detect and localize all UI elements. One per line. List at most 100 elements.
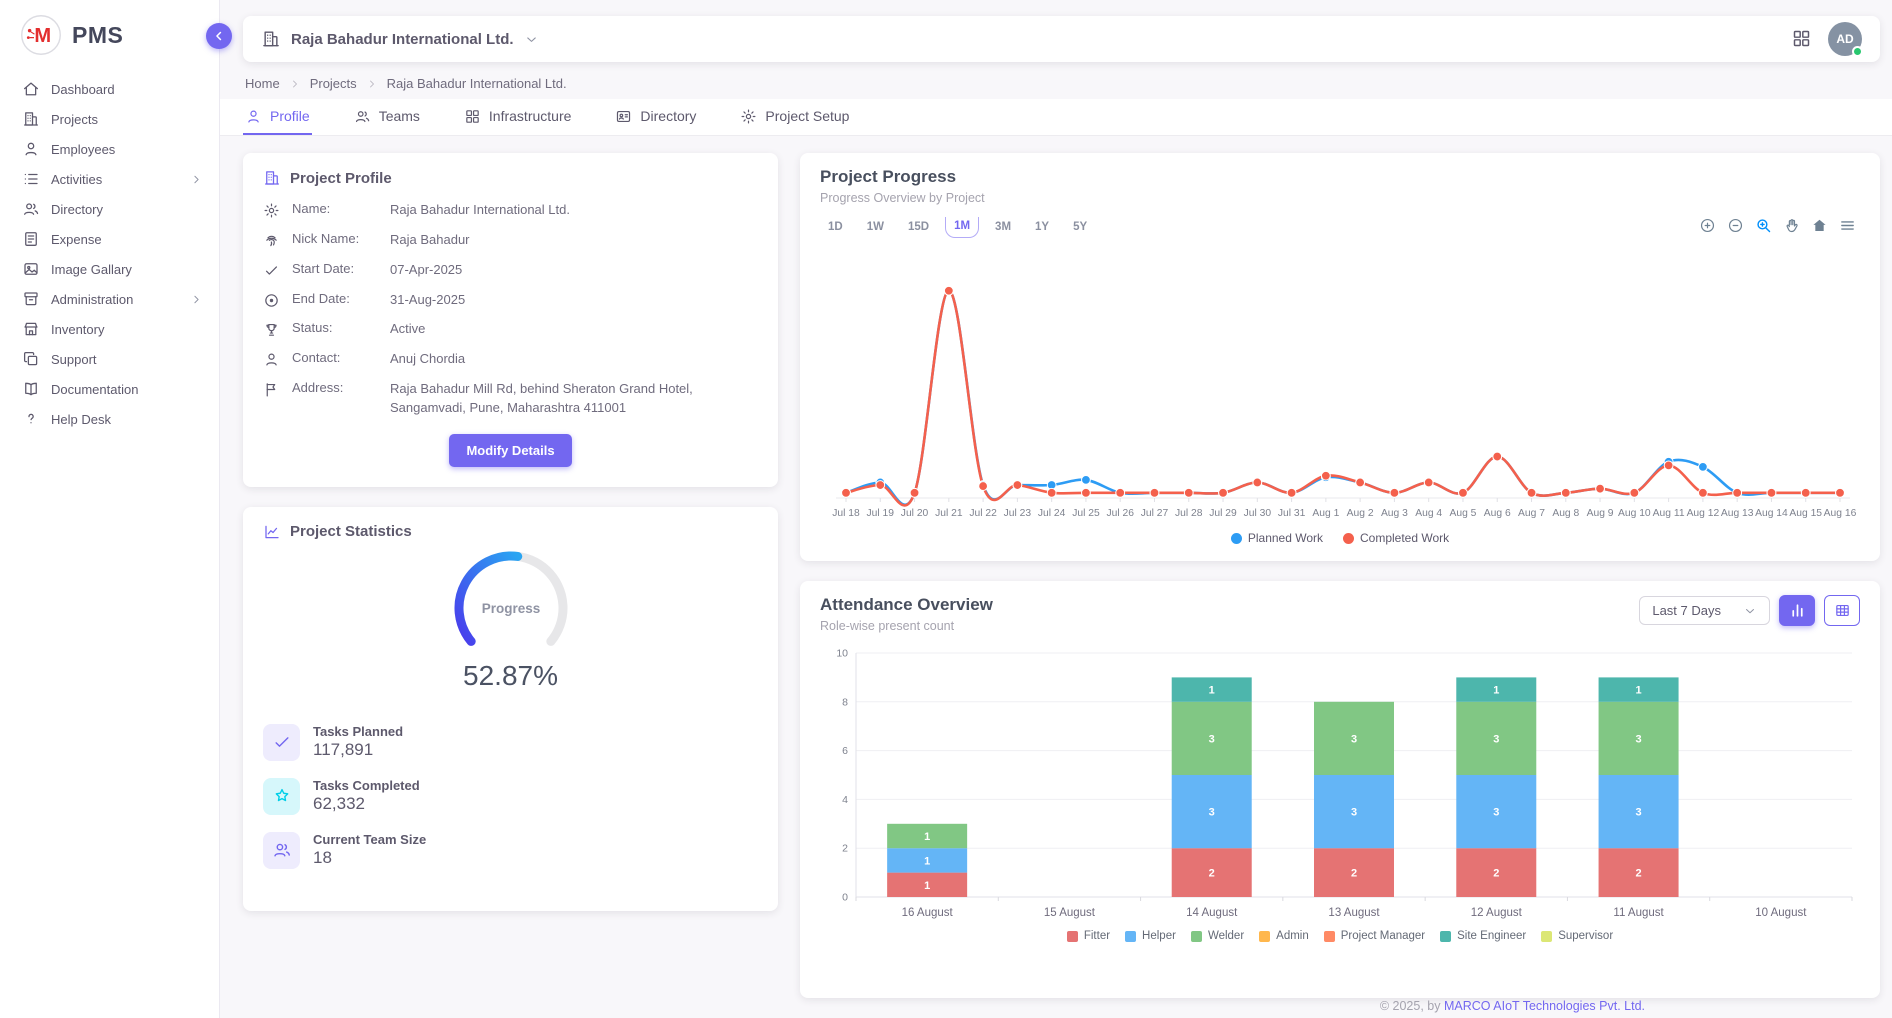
range-3m-button[interactable]: 3M — [987, 217, 1019, 238]
user-avatar[interactable]: AD — [1828, 22, 1862, 56]
tab-project-setup[interactable]: Project Setup — [738, 99, 851, 135]
date-range-select[interactable]: Last 7 Days — [1639, 596, 1770, 625]
svg-text:2: 2 — [842, 843, 848, 855]
bar-chart-legend: Fitter Helper Welder Admin Project Manager Si… — [820, 930, 1860, 942]
svg-text:3: 3 — [1351, 807, 1357, 819]
id-card-icon — [615, 108, 632, 125]
sidebar-item-projects[interactable]: Projects — [0, 104, 219, 134]
sidebar-collapse-button[interactable] — [206, 23, 232, 49]
sidebar-item-activities[interactable]: Activities — [0, 164, 219, 194]
legend-item-planned-work[interactable]: Planned Work — [1231, 531, 1323, 545]
attendance-header: Attendance Overview Role-wise present co… — [820, 595, 1860, 633]
progress-gauge: Progress 52.87% — [263, 551, 758, 692]
zoom-out-icon[interactable] — [1727, 217, 1744, 234]
chart-subtitle: Progress Overview by Project — [820, 191, 1860, 205]
tab-profile[interactable]: Profile — [243, 99, 312, 135]
receipt-icon — [22, 230, 40, 248]
svg-text:Aug 7: Aug 7 — [1518, 508, 1545, 519]
legend-item-project-manager[interactable]: Project Manager — [1324, 930, 1425, 942]
svg-text:Aug 13: Aug 13 — [1721, 508, 1754, 519]
grid-icon — [1791, 28, 1812, 49]
attendance-bar-chart: 024681011116 August15 August233114 Augus… — [820, 645, 1860, 928]
content-grid: Project Profile Name:Raja Bahadur Intern… — [243, 153, 1880, 998]
tab-bar: Profile Teams Infrastructure Directory Proje… — [220, 99, 1892, 135]
range-1d-button[interactable]: 1D — [820, 217, 851, 238]
legend-label: Admin — [1276, 930, 1309, 942]
legend-item-supervisor[interactable]: Supervisor — [1541, 930, 1613, 942]
sidebar-item-label: Projects — [51, 112, 203, 127]
tab-directory[interactable]: Directory — [613, 99, 698, 135]
user-icon — [245, 108, 262, 125]
profile-field: Start Date:07-Apr-2025 — [263, 261, 758, 280]
svg-text:1: 1 — [1636, 685, 1642, 697]
field-value: Active — [390, 320, 758, 339]
legend-item-fitter[interactable]: Fitter — [1067, 930, 1110, 942]
svg-text:1: 1 — [1209, 685, 1215, 697]
field-value: Raja Bahadur Mill Rd, behind Sheraton Gr… — [390, 380, 758, 418]
tab-label: Infrastructure — [489, 108, 571, 124]
sidebar-item-administration[interactable]: Administration — [0, 284, 219, 314]
company-selector[interactable]: Raja Bahadur International Ltd. — [261, 29, 539, 49]
range-1w-button[interactable]: 1W — [859, 217, 892, 238]
apps-grid-button[interactable] — [1790, 28, 1812, 50]
brand: M PMS — [0, 0, 219, 68]
pan-icon[interactable] — [1783, 217, 1800, 234]
sidebar-item-label: Inventory — [51, 322, 203, 337]
field-label: Nick Name: — [292, 231, 378, 246]
view-bar-chart-button[interactable] — [1779, 595, 1815, 626]
range-15d-button[interactable]: 15D — [900, 217, 937, 238]
field-label: Contact: — [292, 350, 378, 365]
company-link[interactable]: MARCO AIoT Technologies Pvt. Ltd. — [1444, 999, 1645, 1013]
sidebar-item-inventory[interactable]: Inventory — [0, 314, 219, 344]
chart-subtitle: Role-wise present count — [820, 619, 993, 633]
tab-teams[interactable]: Teams — [352, 99, 422, 135]
sidebar-item-support[interactable]: Support — [0, 344, 219, 374]
sidebar-item-expense[interactable]: Expense — [0, 224, 219, 254]
legend-item-site-engineer[interactable]: Site Engineer — [1440, 930, 1526, 942]
modify-details-button[interactable]: Modify Details — [449, 434, 571, 467]
check-icon — [263, 724, 300, 761]
zoom-in-icon[interactable] — [1699, 217, 1716, 234]
view-table-button[interactable] — [1824, 595, 1860, 626]
project-statistics-card: Project Statistics Progress 52.87% Tasks… — [243, 507, 778, 911]
field-value: Anuj Chordia — [390, 350, 758, 369]
tab-infrastructure[interactable]: Infrastructure — [462, 99, 573, 135]
legend-item-completed-work[interactable]: Completed Work — [1343, 531, 1449, 545]
svg-text:Jul 30: Jul 30 — [1244, 508, 1272, 519]
reset-home-icon[interactable] — [1811, 217, 1828, 234]
range-1y-button[interactable]: 1Y — [1027, 217, 1057, 238]
svg-text:3: 3 — [1636, 807, 1642, 819]
svg-text:Jul 21: Jul 21 — [935, 508, 963, 519]
selection-zoom-icon[interactable] — [1755, 217, 1772, 234]
svg-text:3: 3 — [1209, 807, 1215, 819]
topbar-actions: AD — [1790, 22, 1862, 56]
app-name: PMS — [72, 22, 123, 49]
breadcrumb-item[interactable]: Projects — [310, 76, 357, 91]
legend-item-admin[interactable]: Admin — [1259, 930, 1309, 942]
svg-text:1: 1 — [1493, 685, 1499, 697]
sidebar-item-image-gallary[interactable]: Image Gallary — [0, 254, 219, 284]
range-5y-button[interactable]: 5Y — [1065, 217, 1095, 238]
breadcrumb-item[interactable]: Home — [245, 76, 280, 91]
sidebar-item-employees[interactable]: Employees — [0, 134, 219, 164]
svg-text:16 August: 16 August — [902, 907, 954, 919]
sidebar-item-documentation[interactable]: Documentation — [0, 374, 219, 404]
chevron-down-icon — [524, 32, 539, 47]
svg-text:Jul 31: Jul 31 — [1278, 508, 1306, 519]
chevron-right-icon — [190, 293, 203, 306]
sidebar-item-dashboard[interactable]: Dashboard — [0, 74, 219, 104]
svg-text:Jul 29: Jul 29 — [1209, 508, 1237, 519]
sidebar-item-directory[interactable]: Directory — [0, 194, 219, 224]
building-icon — [263, 169, 281, 187]
sidebar-item-label: Dashboard — [51, 82, 203, 97]
legend-item-welder[interactable]: Welder — [1191, 930, 1244, 942]
svg-text:M: M — [34, 25, 51, 47]
svg-text:14 August: 14 August — [1186, 907, 1238, 919]
legend-item-helper[interactable]: Helper — [1125, 930, 1176, 942]
legend-label: Helper — [1142, 930, 1176, 942]
menu-icon[interactable] — [1839, 217, 1856, 234]
field-value: 31-Aug-2025 — [390, 291, 758, 310]
app-logo-icon: M — [20, 14, 62, 56]
range-1m-button[interactable]: 1M — [945, 217, 979, 238]
sidebar-item-help-desk[interactable]: Help Desk — [0, 404, 219, 434]
